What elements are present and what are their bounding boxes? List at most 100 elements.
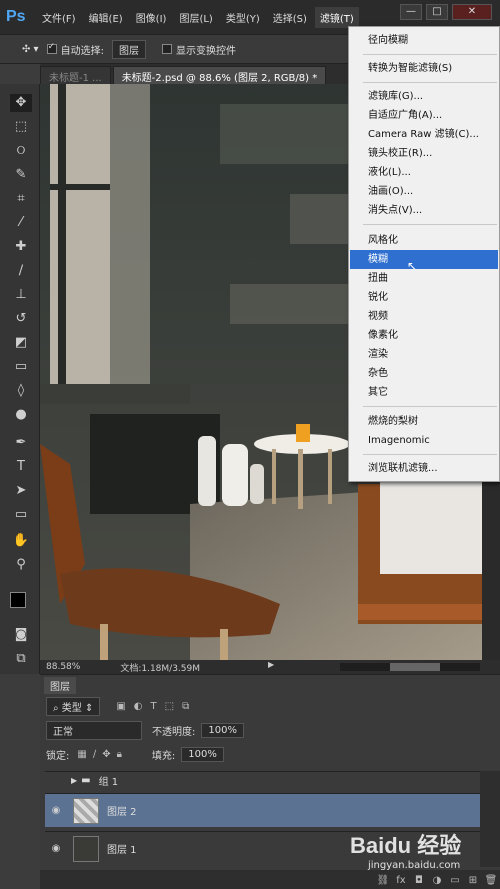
close-button[interactable]: ✕ [452, 4, 492, 20]
layer-kind-filter[interactable]: ⌕ 类型 ⇕ [46, 697, 101, 716]
history-brush-tool-icon[interactable]: ↺ [10, 310, 32, 328]
menu-edit[interactable]: 编辑(E) [84, 7, 128, 28]
pen-tool-icon[interactable]: ✒ [10, 434, 32, 452]
menu-separator [363, 54, 497, 55]
foreground-color-swatch[interactable] [10, 592, 26, 608]
healing-brush-tool-icon[interactable]: ✚ [10, 238, 32, 256]
path-select-tool-icon[interactable]: ➤ [10, 482, 32, 500]
eraser-tool-icon[interactable]: ◩ [10, 334, 32, 352]
menu-item-vanishing-point[interactable]: 消失点(V)... [350, 201, 498, 220]
move-tool-icon[interactable]: ✥ [10, 94, 32, 112]
menu-item-imagenomic[interactable]: Imagenomic [350, 431, 498, 450]
baidu-watermark: Baidu 经验 jingyan.baidu.com [350, 828, 490, 884]
scrollbar-thumb[interactable] [390, 663, 440, 671]
rectangle-tool-icon[interactable]: ▭ [10, 506, 32, 524]
auto-select-option[interactable]: 自动选择: [46, 42, 104, 57]
layer-name: 图层 2 [107, 807, 137, 818]
menu-item-stylize[interactable]: 风格化 [350, 231, 498, 250]
menu-filter[interactable]: 滤镜(T) [314, 6, 359, 28]
show-transform-label: 显示变换控件 [175, 45, 236, 57]
move-tool-icon[interactable]: ✣ ▾ [22, 44, 39, 55]
expand-arrow-icon[interactable]: ▶ [71, 776, 77, 785]
marquee-tool-icon[interactable]: ⬚ [10, 118, 32, 136]
type-tool-icon[interactable]: T [10, 458, 32, 476]
status-bar: 88.58% 文档:1.18M/3.59M ▶ [40, 660, 500, 674]
menu-item-blur[interactable]: 模糊 [350, 250, 498, 269]
brush-tool-icon[interactable]: ∕ [10, 262, 32, 280]
lock-paint-icon[interactable]: ∕ [93, 749, 96, 760]
document-info: 文档:1.18M/3.59M [120, 663, 201, 674]
lock-position-icon[interactable]: ✥ [102, 749, 110, 760]
opacity-input[interactable]: 100% [201, 723, 244, 738]
show-transform-checkbox[interactable] [161, 44, 172, 54]
zoom-tool-icon[interactable]: ⚲ [10, 556, 32, 574]
eyedropper-tool-icon[interactable]: ⁄ [10, 214, 32, 232]
menu-item-distort[interactable]: 扭曲 [350, 269, 498, 288]
layer-name: 图层 1 [107, 845, 137, 856]
visibility-toggle[interactable] [45, 775, 67, 786]
menu-type[interactable]: 类型(Y) [221, 7, 265, 28]
crop-tool-icon[interactable]: ⌗ [10, 190, 32, 208]
menu-file[interactable]: 文件(F) [37, 7, 81, 28]
layer-thumbnail [73, 797, 99, 824]
fill-input[interactable]: 100% [181, 747, 224, 762]
tab-untitled-2[interactable]: 未标题-2.psd @ 88.6% (图层 2, RGB/8) * [112, 66, 327, 84]
menu-image[interactable]: 图像(I) [131, 7, 172, 28]
menu-item-oil-paint[interactable]: 油画(O)... [350, 182, 498, 201]
tab-untitled-1[interactable]: 未标题-1 ... [40, 66, 111, 84]
filter-smart-object-icon[interactable]: ⧉ [182, 701, 189, 712]
layers-panel-title[interactable]: 图层 [44, 677, 76, 694]
lock-pixels-icon[interactable]: ▦ [77, 749, 86, 760]
auto-select-checkbox[interactable] [46, 42, 57, 54]
menu-layer[interactable]: 图层(L) [174, 7, 217, 28]
blur-tool-icon[interactable]: ◊ [10, 382, 32, 400]
zoom-level[interactable]: 88.58% [46, 662, 80, 672]
menu-item-burning-pear-tree[interactable]: 燃烧的梨树 [350, 412, 498, 431]
menu-item-noise[interactable]: 杂色 [350, 364, 498, 383]
hand-tool-icon[interactable]: ✋ [10, 532, 32, 550]
screen-mode-icon[interactable]: ⧉ [10, 650, 32, 668]
watermark-brand: Baidu 经验 [350, 833, 462, 858]
menu-select[interactable]: 选择(S) [268, 7, 312, 28]
menu-item-liquify[interactable]: 液化(L)... [350, 163, 498, 182]
menu-item-convert-smart-filter[interactable]: 转换为智能滤镜(S) [350, 59, 498, 78]
menu-item-adaptive-wide-angle[interactable]: 自适应广角(A)... [350, 106, 498, 125]
menu-item-render[interactable]: 渲染 [350, 345, 498, 364]
mouse-cursor-icon: ↖ [407, 259, 418, 273]
clone-stamp-tool-icon[interactable]: ⊥ [10, 286, 32, 304]
filter-pixel-icon[interactable]: ▣ [116, 701, 125, 712]
quick-mask-icon[interactable]: ◙ [10, 626, 32, 644]
menu-item-video[interactable]: 视频 [350, 307, 498, 326]
filter-type-icon[interactable]: T [151, 701, 157, 712]
menu-item-filter-gallery[interactable]: 滤镜库(G)... [350, 87, 498, 106]
dodge-tool-icon[interactable]: ● [10, 406, 32, 424]
show-transform-option[interactable]: 显示变换控件 [161, 42, 236, 57]
maximize-button[interactable]: □ [426, 4, 448, 20]
menu-item-other[interactable]: 其它 [350, 383, 498, 402]
quick-select-tool-icon[interactable]: ✎ [10, 166, 32, 184]
lasso-tool-icon[interactable]: ଠ [10, 142, 32, 160]
menu-separator [363, 224, 497, 225]
lock-all-icon[interactable]: 🔒︎ [117, 749, 122, 760]
blend-opacity-row: 正常 不透明度: 100% [46, 721, 486, 740]
menu-item-sharpen[interactable]: 锐化 [350, 288, 498, 307]
status-arrow-icon[interactable]: ▶ [268, 660, 274, 669]
eye-icon[interactable]: ◉ [45, 843, 67, 854]
menu-item-lens-correction[interactable]: 镜头校正(R)... [350, 144, 498, 163]
gradient-tool-icon[interactable]: ▭ [10, 358, 32, 376]
menu-item-camera-raw[interactable]: Camera Raw 滤镜(C)... [350, 125, 498, 144]
eye-icon[interactable]: ◉ [45, 805, 67, 816]
minimize-button[interactable]: — [400, 4, 422, 20]
filter-adjustment-icon[interactable]: ◐ [134, 701, 143, 712]
layer-2[interactable]: ◉ 图层 2 [45, 793, 480, 827]
menu-item-radial-blur[interactable]: 径向模糊 [350, 31, 498, 50]
blend-mode-dropdown[interactable]: 正常 [46, 721, 142, 740]
photoshop-logo: Ps [6, 8, 26, 25]
menu-item-pixelate[interactable]: 像素化 [350, 326, 498, 345]
layer-group-1[interactable]: ▶ ▬ 组 1 [45, 771, 480, 789]
folder-icon: ▬ [81, 775, 91, 786]
horizontal-scrollbar[interactable] [340, 663, 480, 671]
auto-select-dropdown[interactable]: 图层 [111, 39, 146, 59]
filter-shape-icon[interactable]: ⬚ [165, 701, 174, 712]
menu-item-browse-online-filters[interactable]: 浏览联机滤镜... [350, 459, 498, 478]
